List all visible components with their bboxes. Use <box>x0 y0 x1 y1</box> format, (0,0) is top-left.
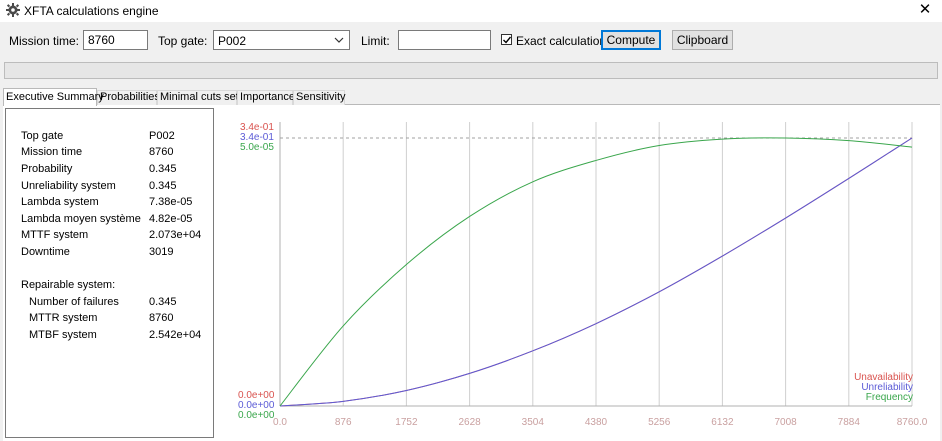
progress-bar <box>4 62 938 79</box>
compute-button[interactable]: Compute <box>601 30 661 50</box>
y-max-label: 5.0e-05 <box>240 142 274 153</box>
x-tick-label: 7884 <box>838 417 861 428</box>
summary-value: 8760 <box>149 312 174 324</box>
top-gate-label: Top gate: <box>158 34 208 48</box>
summary-label: MTTF system <box>21 229 89 241</box>
summary-label: Mission time <box>21 146 83 158</box>
limit-label: Limit: <box>361 34 390 48</box>
title-bar: XFTA calculations engine ✕ <box>0 0 942 22</box>
tab-minimal-cuts-set[interactable]: Minimal cuts set <box>157 90 239 105</box>
exact-calculation-checkbox[interactable] <box>501 34 512 45</box>
y-min-label: 0.0e+00 <box>238 410 275 421</box>
summary-label: Number of failures <box>29 296 119 308</box>
legend-entry: Frequency <box>866 392 913 403</box>
checkmark-icon <box>503 36 512 44</box>
x-tick-label: 5256 <box>648 417 671 428</box>
window-title: XFTA calculations engine <box>24 4 159 18</box>
summary-value: 2.542e+04 <box>149 329 202 341</box>
summary-value: P002 <box>149 130 175 142</box>
tab-executive-summary[interactable]: Executive Summary <box>3 88 104 106</box>
summary-value: 0.345 <box>149 180 177 192</box>
exact-calculation-label: Exact calculation <box>516 34 607 48</box>
summary-value: 0.345 <box>149 163 177 175</box>
x-tick-label: 1752 <box>395 417 418 428</box>
tab-probabilities[interactable]: Probabilities <box>97 90 160 105</box>
x-tick-label: 6132 <box>711 417 734 428</box>
x-tick-label: 7008 <box>774 417 797 428</box>
summary-value: 0.345 <box>149 296 177 308</box>
top-gate-select[interactable]: P002 <box>213 30 350 50</box>
summary-label: Top gate <box>21 130 64 142</box>
limit-field[interactable] <box>398 30 491 50</box>
executive-summary-panel: Top gate P002 Mission time 8760 Probabil… <box>5 108 214 438</box>
summary-label: MTBF system <box>29 329 97 341</box>
summary-label: MTTR system <box>29 312 98 324</box>
summary-label: Unreliability system <box>21 180 116 192</box>
x-tick-label: 3504 <box>522 417 545 428</box>
top-gate-value: P002 <box>218 34 247 48</box>
summary-value: 3019 <box>149 246 174 258</box>
close-icon[interactable]: ✕ <box>914 1 936 19</box>
tab-sensitivity[interactable]: Sensitivity <box>293 90 346 105</box>
summary-label: Lambda system <box>21 196 99 208</box>
results-chart: 0.0 876 1752 2628 3504 4380 5256 6132 7008 7884 87… <box>238 122 928 428</box>
x-tick-label: 0.0 <box>273 417 287 428</box>
summary-value: 2.073e+04 <box>149 229 202 241</box>
x-tick-label: 8760.0 <box>897 417 928 428</box>
summary-label: Downtime <box>21 246 70 258</box>
chevron-down-icon <box>334 37 344 43</box>
mission-time-label: Mission time: <box>9 34 80 48</box>
summary-label: Lambda moyen système <box>21 213 141 225</box>
gear-icon <box>6 3 20 17</box>
summary-value: 8760 <box>149 146 174 158</box>
x-tick-label: 876 <box>335 417 352 428</box>
summary-label: Probability <box>21 163 73 175</box>
summary-value: 7.38e-05 <box>149 196 193 208</box>
summary-value: 4.82e-05 <box>149 213 193 225</box>
x-tick-label: 2628 <box>458 417 481 428</box>
tab-importance[interactable]: Importance <box>237 90 295 105</box>
repairable-heading: Repairable system: <box>21 279 116 291</box>
x-tick-label: 4380 <box>585 417 608 428</box>
clipboard-button[interactable]: Clipboard <box>672 30 733 50</box>
mission-time-field[interactable]: 8760 <box>83 30 148 50</box>
